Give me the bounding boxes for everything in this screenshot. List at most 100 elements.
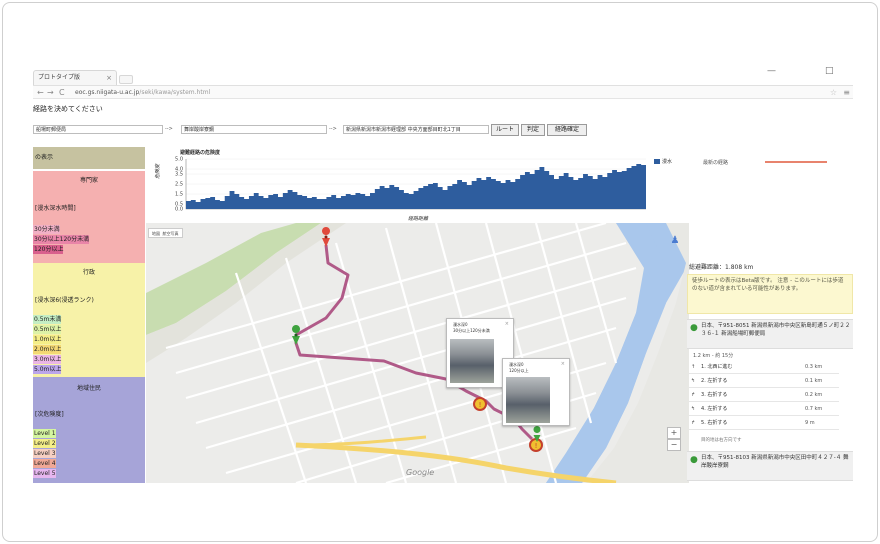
step-text: 1. 北西に進む <box>701 364 733 370</box>
route-button[interactable]: ルート <box>491 124 519 136</box>
legend-resident-item: Level 2 <box>33 439 56 448</box>
warning-marker-icon[interactable]: ! <box>529 438 543 452</box>
legend-resident-item: Level 5 <box>33 469 56 478</box>
minimize-icon[interactable]: — <box>767 66 776 76</box>
legend-resident-item: Level 3 <box>33 449 56 458</box>
flood-photo <box>506 377 550 423</box>
total-distance: 総避難距離：1.808 km <box>689 264 754 271</box>
svg-text:!: ! <box>479 401 482 409</box>
zoom-in-button[interactable]: + <box>667 427 681 439</box>
destination-note: 目的地は右方向です <box>701 438 742 443</box>
map-canvas[interactable]: ! ! <box>146 223 689 483</box>
legend-expert-item: 30分以上120分未満 <box>33 235 90 244</box>
chart-y-tick-label: 0.5 <box>175 202 183 208</box>
direction-step[interactable]: ↱ 5. 右折する 9 m <box>689 418 839 430</box>
map-type-satellite[interactable]: 航空写真 <box>163 231 179 236</box>
figure-frame: プロトタイプ版 × — □ ← → C eoc.gs.niigata-u.ac.… <box>2 2 878 542</box>
risk-profile-chart: 0.0 0.5 1.5 2.5 3.5 4.0 5.0 避難経路の危険度 危険度 経路距離 … <box>146 147 689 225</box>
step-distance: 0.7 km <box>805 406 823 412</box>
legend-resident-item: Level 1 <box>33 429 56 438</box>
green-pin-icon: ● <box>690 323 698 333</box>
map-type-toggle[interactable]: 地図 航空写真 <box>148 228 183 238</box>
waypoint-input[interactable]: 舞岸酸岸寮鋼 <box>181 125 327 134</box>
step-text: 5. 右折する <box>701 420 728 426</box>
legend-resident-title: 地域住民 <box>76 385 101 392</box>
highway-branch <box>295 435 427 447</box>
chart-y-tick-label: 5.0 <box>175 157 183 163</box>
legend-resident-item: Level 4 <box>33 459 56 468</box>
browser-tab[interactable]: プロトタイプ版 × <box>33 70 117 85</box>
step-distance: 0.1 km <box>805 378 823 384</box>
direction-step[interactable]: ↱ 3. 右折する 0.2 km <box>689 390 839 402</box>
maximize-icon[interactable]: □ <box>825 66 834 76</box>
tab-title: プロトタイプ版 <box>38 74 81 81</box>
new-tab-button[interactable] <box>119 75 133 84</box>
step-text: 2. 左折する <box>701 378 728 384</box>
popup-text: 漫水深0 30分以上120分未満 <box>453 322 490 334</box>
risk-chart-svg: 0.00.51.52.53.54.05.0 <box>175 157 646 213</box>
menu-icon[interactable]: ≡ <box>843 86 850 99</box>
straight-arrow-icon: ↑ <box>691 364 696 370</box>
step-distance: 9 m <box>805 420 815 426</box>
popup-close-icon[interactable]: × <box>561 361 565 367</box>
turn-left-icon: ↰ <box>691 406 696 412</box>
page-heading: 経路を決めてください <box>33 105 103 113</box>
chart-legend-label: 漫水 <box>662 159 673 165</box>
step-distance: 0.3 km <box>805 364 823 370</box>
chart-y-tick-label: 2.5 <box>175 182 183 188</box>
chart-series-area <box>186 164 646 209</box>
popup-title: 漫水深0 <box>509 362 524 367</box>
back-icon[interactable]: ← <box>37 86 44 99</box>
map-type-map[interactable]: 地図 <box>152 231 160 236</box>
browser-screenshot: プロトタイプ版 × — □ ← → C eoc.gs.niigata-u.ac.… <box>33 63 853 483</box>
flood-info-popup[interactable]: 漫水深0 120分以上 × <box>502 358 570 426</box>
legend-admin-item: 0.5m未満 <box>33 315 62 324</box>
chart-y-tick-label: 1.5 <box>175 192 183 198</box>
judge-button[interactable]: 判定 <box>521 124 545 136</box>
confirm-route-button[interactable]: 経路確定 <box>547 124 587 136</box>
pegman-icon[interactable]: ♟ <box>669 234 681 248</box>
step-text: 4. 左折する <box>701 406 728 412</box>
legend-admin-item: 1.0m以上 <box>33 335 62 344</box>
zoom-out-button[interactable]: − <box>667 439 681 451</box>
url-text[interactable]: eoc.gs.niigata-u.ac.jp/seki/kawa/system.… <box>75 86 210 99</box>
legend-header: の表示 <box>33 147 145 169</box>
popup-title: 漫水深0 <box>453 322 468 327</box>
destination-input[interactable]: 新潟県新潟市新潟市経理部 中央方面部目町北1丁目 <box>343 125 489 134</box>
legend-admin-item: 2.0m以上 <box>33 345 62 354</box>
chart-y-axis-label: 危険度 <box>155 163 161 179</box>
end-address-text: 日本、〒951-8103 新潟県新潟市中央区田中町４２７-４ 舞岸酸岸寮鋼 <box>701 455 849 469</box>
flood-photo <box>450 339 494 383</box>
popup-detail: 30分以上120分未満 <box>453 328 490 333</box>
origin-input[interactable]: 船場町郵便局 <box>33 125 163 134</box>
direction-step[interactable]: ↰ 2. 左折する 0.1 km <box>689 376 839 388</box>
direction-step[interactable]: ↰ 4. 左折する 0.7 km <box>689 404 839 416</box>
legend-admin-item: 5.0m以上 <box>33 365 62 374</box>
legend-admin-item: 0.5m以上 <box>33 325 62 334</box>
tab-close-icon[interactable]: × <box>106 71 112 85</box>
park-area <box>146 223 321 335</box>
green-pin-icon: ● <box>690 455 698 465</box>
direction-step[interactable]: ↑ 1. 北西に進む 0.3 km <box>689 362 839 374</box>
turn-right-icon: ↱ <box>691 420 696 426</box>
popup-close-icon[interactable]: × <box>505 321 509 327</box>
legend-admin-item: 3.0m以上 <box>33 355 62 364</box>
step-text: 3. 右折する <box>701 392 728 398</box>
address-bar[interactable]: ← → C eoc.gs.niigata-u.ac.jp/seki/kawa/s… <box>33 85 853 99</box>
warning-marker-icon[interactable]: ! <box>473 397 487 411</box>
reload-icon[interactable]: C <box>59 86 65 99</box>
step-distance: 0.2 km <box>805 392 823 398</box>
forward-icon[interactable]: → <box>47 86 54 99</box>
legend-admin-subtitle: [浸水深6(浸透ランク) <box>35 297 94 304</box>
route-legend-line <box>765 161 827 163</box>
chart-title: 避難経路の危険度 <box>180 150 221 156</box>
start-address[interactable]: ● 日本、〒951-8051 新潟県新潟市中央区新島町通５ノ町２２３６-１ 新潟… <box>687 319 853 349</box>
bookmark-star-icon[interactable]: ☆ <box>830 86 837 99</box>
legend-admin-title: 行政 <box>82 269 95 276</box>
end-address[interactable]: ● 日本、〒951-8103 新潟県新潟市中央区田中町４２７-４ 舞岸酸岸寮鋼 <box>687 451 853 481</box>
tab-bar: プロトタイプ版 × — □ <box>33 63 853 85</box>
route-legend-label: 最新の経路 <box>703 160 729 166</box>
route-map[interactable]: ! ! 地図 航空写真 漫水深0 30分以上120分未満 × 漫水深0 120分以上… <box>146 223 689 483</box>
turn-left-icon: ↰ <box>691 378 696 384</box>
route-arrow-2: --> <box>329 126 337 132</box>
